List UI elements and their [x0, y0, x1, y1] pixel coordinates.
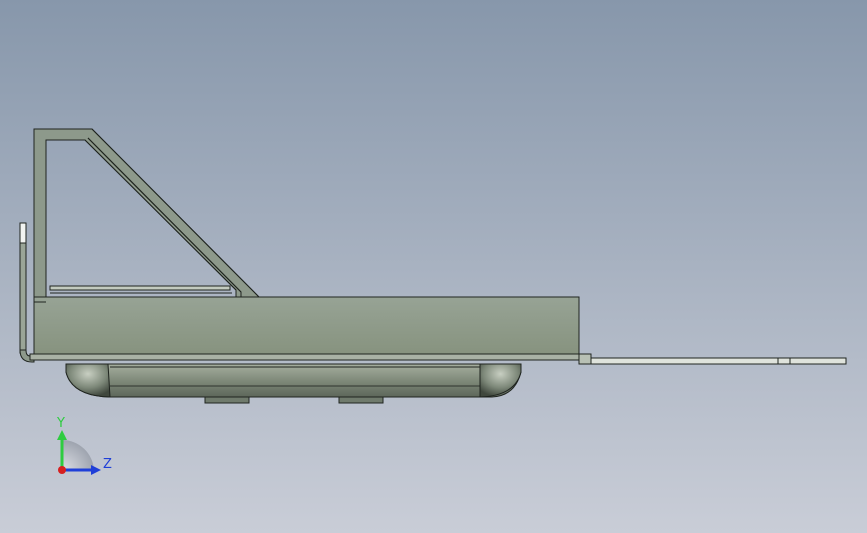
z-axis-label: Z — [103, 457, 112, 472]
left-flange — [19, 242, 27, 354]
x-axis-dot — [58, 466, 66, 474]
base-plate — [29, 353, 580, 361]
viewport-background — [0, 0, 867, 533]
y-axis-label: Y — [56, 416, 65, 431]
inner-ledge — [49, 285, 231, 291]
graphics-viewport[interactable]: Y Z — [0, 0, 867, 533]
model-canvas[interactable]: Y Z — [0, 0, 867, 533]
left-flange-highlight — [19, 222, 27, 244]
foot-right — [338, 396, 384, 404]
base-plate-step — [578, 353, 592, 365]
foot-left — [204, 396, 250, 404]
underside-housing — [65, 363, 522, 398]
extension-tab — [590, 357, 847, 365]
main-body — [33, 296, 580, 355]
